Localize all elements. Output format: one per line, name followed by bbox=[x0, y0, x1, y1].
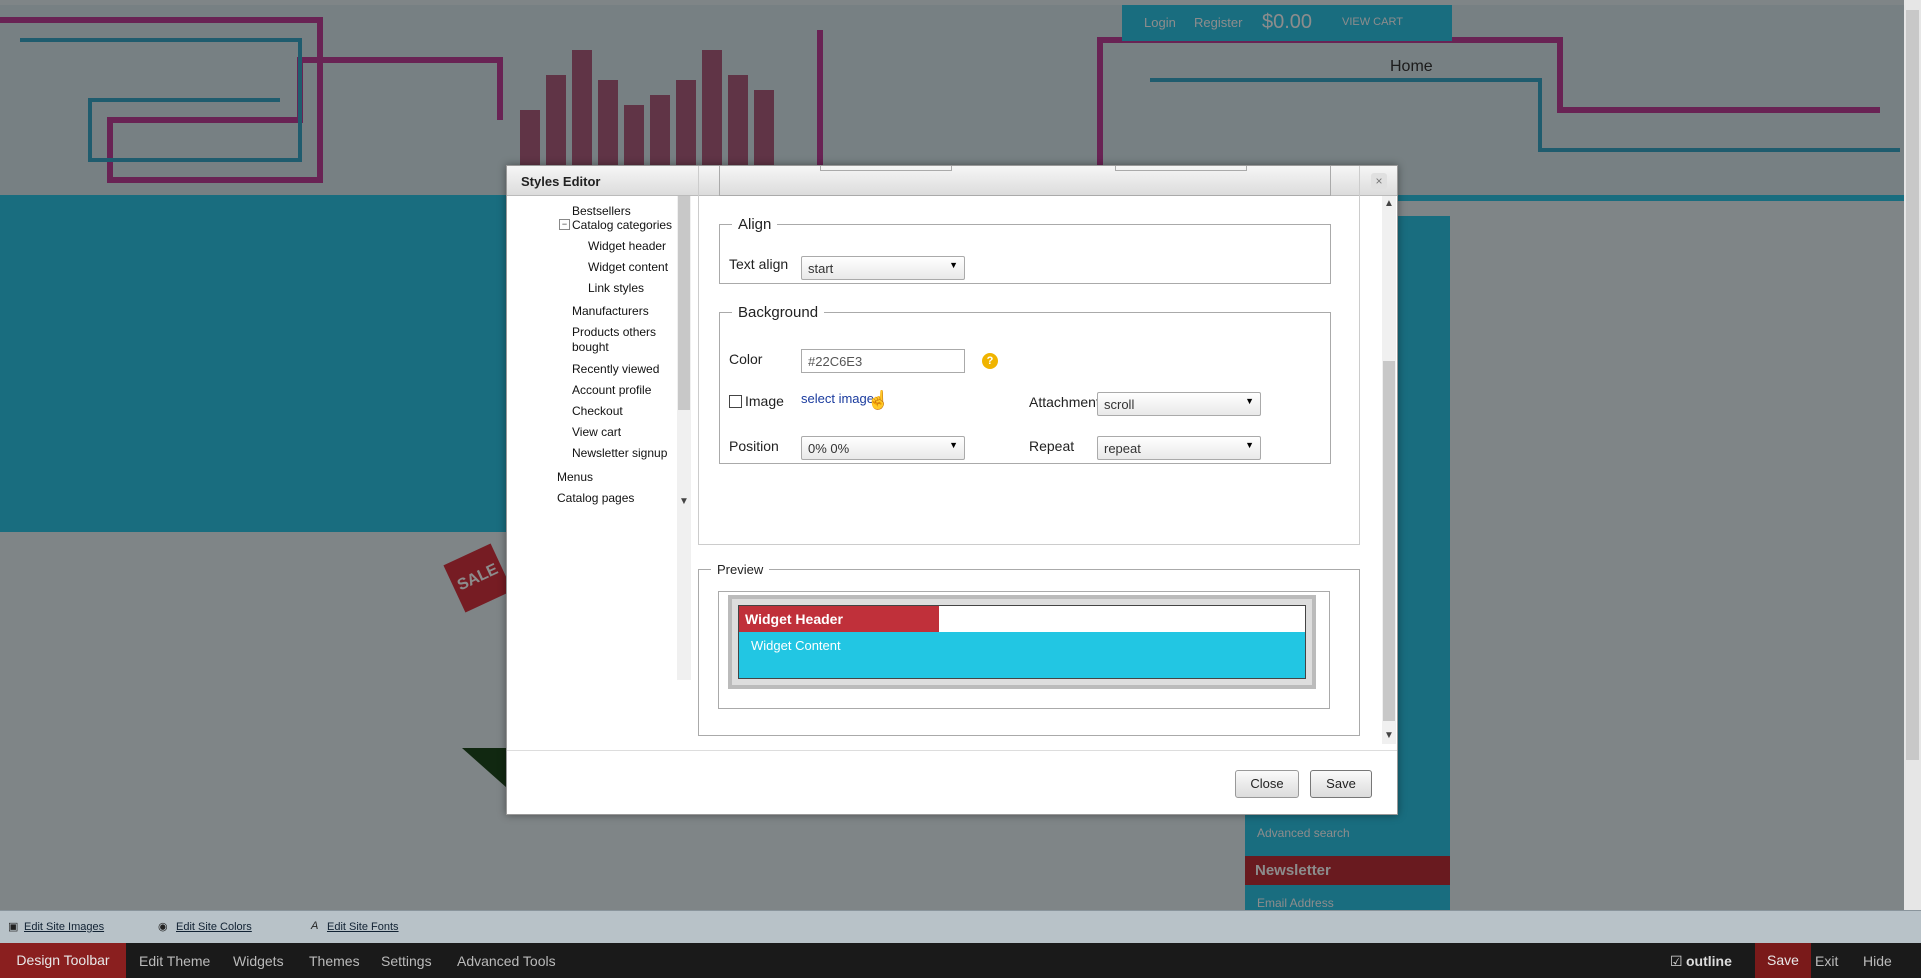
dropdown-arrow-icon: ▼ bbox=[949, 260, 958, 270]
tree-item-products-others-bought[interactable]: Products others bought bbox=[572, 325, 672, 355]
tree-item-manufacturers[interactable]: Manufacturers bbox=[572, 304, 649, 318]
style-tree: Bestsellers − Catalog categories Widget … bbox=[533, 196, 678, 680]
styles-editor-dialog: Styles Editor × Bestsellers − Catalog ca… bbox=[506, 165, 1398, 815]
color-input[interactable]: #22C6E3 bbox=[801, 349, 965, 373]
close-icon[interactable]: × bbox=[1371, 173, 1387, 189]
settings-menu[interactable]: Settings bbox=[381, 953, 432, 969]
toolbar-save-button[interactable]: Save bbox=[1755, 943, 1811, 978]
select-image-link[interactable]: select image bbox=[801, 391, 874, 406]
tree-item-bestsellers[interactable]: Bestsellers bbox=[572, 204, 631, 218]
tree-item-link-styles[interactable]: Link styles bbox=[588, 281, 644, 295]
tree-item-newsletter-signup[interactable]: Newsletter signup bbox=[572, 446, 667, 460]
color-label: Color bbox=[729, 351, 763, 367]
chevron-down-icon[interactable]: ▼ bbox=[1384, 730, 1394, 741]
text-align-select[interactable]: start ▼ bbox=[801, 256, 965, 280]
tree-item-checkout[interactable]: Checkout bbox=[572, 404, 623, 418]
tree-item-catalog-categories[interactable]: Catalog categories bbox=[572, 218, 672, 232]
dropdown-arrow-icon: ▼ bbox=[1245, 440, 1254, 450]
position-label: Position bbox=[729, 438, 779, 454]
position-select[interactable]: 0% 0% ▼ bbox=[801, 436, 965, 460]
collapse-icon[interactable]: − bbox=[559, 219, 570, 230]
tree-item-widget-content[interactable]: Widget content bbox=[588, 260, 668, 274]
themes-menu[interactable]: Themes bbox=[309, 953, 360, 969]
tree-item-view-cart[interactable]: View cart bbox=[572, 425, 621, 439]
background-legend: Background bbox=[738, 304, 819, 321]
repeat-label: Repeat bbox=[1029, 438, 1075, 454]
repeat-select[interactable]: repeat ▼ bbox=[1097, 436, 1261, 460]
tree-item-widget-header[interactable]: Widget header bbox=[588, 239, 666, 253]
edit-site-images-link[interactable]: Edit Site Images bbox=[24, 921, 104, 933]
design-toolbar: Design Toolbar Edit Theme Widgets Themes… bbox=[0, 943, 1921, 978]
attachment-value: scroll bbox=[1104, 397, 1135, 412]
edit-theme-menu[interactable]: Edit Theme bbox=[139, 953, 210, 969]
dialog-title: Styles Editor bbox=[521, 174, 601, 189]
preview-legend: Preview bbox=[717, 562, 764, 577]
previous-field bbox=[1115, 166, 1247, 171]
widgets-menu[interactable]: Widgets bbox=[233, 953, 284, 969]
save-button[interactable]: Save bbox=[1310, 770, 1372, 798]
panel-scrollbar-thumb[interactable] bbox=[1383, 361, 1395, 721]
hide-button[interactable]: Hide bbox=[1863, 953, 1892, 969]
page-scrollbar-thumb[interactable] bbox=[1906, 10, 1919, 760]
dropdown-arrow-icon: ▼ bbox=[1245, 396, 1254, 406]
tree-scrollbar-thumb[interactable] bbox=[678, 196, 690, 410]
dropdown-arrow-icon: ▼ bbox=[949, 440, 958, 450]
image-label: Image bbox=[745, 393, 784, 409]
previous-field bbox=[820, 166, 952, 171]
exit-button[interactable]: Exit bbox=[1815, 953, 1838, 969]
help-icon[interactable]: ? bbox=[982, 353, 998, 369]
text-align-value: start bbox=[808, 261, 834, 276]
tree-item-recently-viewed[interactable]: Recently viewed bbox=[572, 362, 659, 376]
text-align-label: Text align bbox=[729, 256, 789, 272]
page-scrollbar[interactable] bbox=[1904, 0, 1921, 910]
style-properties-panel: Align Text align start ▼ Background Color… bbox=[698, 166, 1360, 545]
image-checkbox[interactable] bbox=[729, 395, 742, 408]
palette-icon: ◉ bbox=[158, 921, 168, 933]
checkbox-icon[interactable]: ☑ bbox=[1670, 953, 1683, 970]
widget-preview: Widget Header Widget Content bbox=[738, 605, 1306, 679]
edit-site-colors-link[interactable]: Edit Site Colors bbox=[176, 921, 252, 933]
design-toolbar-title[interactable]: Design Toolbar bbox=[0, 943, 126, 978]
close-button[interactable]: Close bbox=[1235, 770, 1299, 798]
outline-toggle[interactable]: outline bbox=[1686, 953, 1732, 969]
widget-content-preview: Widget Content bbox=[739, 632, 1305, 678]
attachment-select[interactable]: scroll ▼ bbox=[1097, 392, 1261, 416]
tree-scrollbar[interactable]: ▼ bbox=[677, 196, 691, 680]
chevron-up-icon[interactable]: ▲ bbox=[1384, 198, 1394, 209]
tree-item-account-profile[interactable]: Account profile bbox=[572, 383, 651, 397]
panel-scrollbar[interactable]: ▲ ▼ bbox=[1382, 196, 1396, 744]
image-icon: ▣ bbox=[8, 921, 19, 933]
chevron-down-icon[interactable]: ▼ bbox=[679, 496, 689, 507]
repeat-value: repeat bbox=[1104, 441, 1141, 456]
dialog-footer-divider bbox=[507, 750, 1397, 751]
advanced-tools-menu[interactable]: Advanced Tools bbox=[457, 953, 556, 969]
tree-item-menus[interactable]: Menus bbox=[557, 470, 593, 484]
edit-site-fonts-link[interactable]: Edit Site Fonts bbox=[327, 921, 399, 933]
edit-site-bar: ▣ Edit Site Images ◉ Edit Site Colors A … bbox=[0, 910, 1921, 944]
widget-header-preview: Widget Header bbox=[739, 606, 939, 632]
tree-item-catalog-pages[interactable]: Catalog pages bbox=[557, 491, 634, 505]
previous-fieldset bbox=[719, 166, 1331, 196]
attachment-label: Attachment bbox=[1029, 394, 1100, 410]
hand-cursor-icon: ☝ bbox=[867, 390, 890, 410]
align-legend: Align bbox=[738, 216, 772, 233]
position-value: 0% 0% bbox=[808, 441, 850, 456]
font-icon: A bbox=[311, 920, 319, 932]
